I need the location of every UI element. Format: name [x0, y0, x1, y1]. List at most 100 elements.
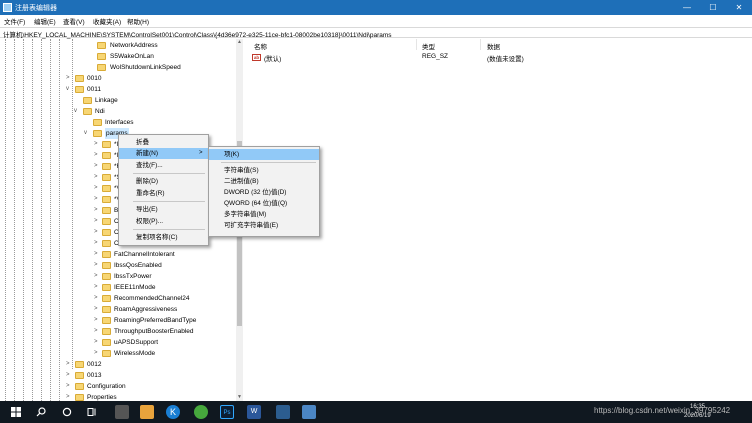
scroll-down-icon[interactable]: ▼	[236, 394, 243, 401]
value-name[interactable]: (默认)	[264, 53, 281, 63]
folder-icon	[102, 240, 111, 247]
menu-help[interactable]: 帮助(H)	[127, 16, 149, 26]
menu-edit[interactable]: 编辑(E)	[34, 16, 56, 26]
address-path[interactable]: 计算机\HKEY_LOCAL_MACHINE\SYSTEM\ControlSet…	[3, 29, 392, 39]
green-app-icon[interactable]	[194, 405, 208, 419]
photoshop-icon[interactable]: Ps	[220, 405, 234, 419]
submenu-item-string-value[interactable]: 字符串值(S)	[209, 165, 319, 176]
menu-item-collapse[interactable]: 折叠	[119, 137, 208, 148]
submenu-item-qword-value[interactable]: QWORD (64 位)值(Q)	[209, 198, 319, 209]
expand-toggle[interactable]: >	[94, 194, 102, 205]
expand-toggle[interactable]: >	[94, 238, 102, 249]
folder-icon	[75, 394, 84, 401]
regedit-taskbar-icon[interactable]	[276, 405, 290, 419]
search-icon[interactable]	[34, 405, 48, 419]
folder-icon	[102, 196, 111, 203]
expand-toggle[interactable]: >	[94, 150, 102, 161]
submenu-item-expandable-string-value[interactable]: 可扩充字符串值(E)	[209, 220, 319, 231]
expand-toggle[interactable]: >	[94, 260, 102, 271]
expand-toggle[interactable]: >	[94, 249, 102, 260]
menu-item-find[interactable]: 查找(F)...	[119, 160, 208, 171]
expand-toggle[interactable]: >	[94, 216, 102, 227]
file-explorer-icon[interactable]	[140, 405, 154, 419]
menu-item-export[interactable]: 导出(E)	[119, 204, 208, 215]
expand-toggle[interactable]: >	[94, 337, 102, 348]
windows-logo-icon[interactable]	[9, 405, 23, 419]
expand-toggle[interactable]: >	[94, 172, 102, 183]
collapse-toggle[interactable]: v	[84, 128, 92, 139]
menu-item-delete[interactable]: 删除(D)	[119, 176, 208, 187]
value-list[interactable]: 名称 类型 数据 ab (默认) REG_SZ (数值未设置)	[244, 39, 752, 401]
k-app-icon[interactable]: K	[166, 405, 180, 419]
collapse-toggle[interactable]: v	[74, 106, 82, 117]
submenu-item-multi-string-value[interactable]: 多字符串值(M)	[209, 209, 319, 220]
menu-item-new[interactable]: 新建(N) >	[119, 148, 208, 159]
expand-toggle[interactable]: >	[94, 348, 102, 359]
menu-item-permissions[interactable]: 权限(P)...	[119, 216, 208, 227]
expand-toggle[interactable]: >	[94, 227, 102, 238]
folder-icon	[83, 97, 92, 104]
window-app-icon[interactable]	[302, 405, 316, 419]
expand-toggle[interactable]: >	[94, 304, 102, 315]
menu-item-rename[interactable]: 重命名(R)	[119, 188, 208, 199]
folder-icon	[102, 306, 111, 313]
column-header-name[interactable]: 名称	[254, 41, 267, 51]
expand-toggle[interactable]: >	[66, 73, 74, 84]
submenu-item-dword-value[interactable]: DWORD (32 位)值(D)	[209, 187, 319, 198]
network-app-icon[interactable]	[115, 405, 129, 419]
value-data: (数值未设置)	[487, 56, 524, 63]
folder-icon	[102, 273, 111, 280]
expand-toggle[interactable]: >	[94, 183, 102, 194]
collapse-toggle[interactable]: v	[66, 84, 74, 95]
context-menu: 折叠 新建(N) > 查找(F)... 删除(D) 重命名(R) 导出(E) 权限…	[118, 134, 209, 246]
maximize-button[interactable]: ☐	[700, 0, 726, 15]
close-button[interactable]: ✕	[726, 0, 752, 15]
word-icon[interactable]: W	[247, 405, 261, 419]
folder-icon	[102, 218, 111, 225]
column-header-type[interactable]: 类型	[422, 41, 435, 51]
minimize-button[interactable]: —	[674, 0, 700, 15]
expand-toggle[interactable]: >	[66, 392, 74, 401]
folder-icon	[102, 152, 111, 159]
expand-toggle[interactable]: >	[66, 370, 74, 381]
folder-open-icon	[83, 108, 92, 115]
folder-icon	[75, 383, 84, 390]
column-header-data[interactable]: 数据	[487, 41, 500, 51]
folder-icon	[97, 64, 106, 71]
tree-guide-line	[14, 39, 15, 401]
address-bar[interactable]: 计算机\HKEY_LOCAL_MACHINE\SYSTEM\ControlSet…	[0, 27, 752, 39]
value-type: REG_SZ	[422, 53, 449, 60]
menu-item-copy-key-name[interactable]: 复制项名称(C)	[119, 232, 208, 243]
expand-toggle[interactable]: >	[94, 315, 102, 326]
task-view-icon[interactable]	[85, 405, 99, 419]
expand-toggle[interactable]: >	[94, 293, 102, 304]
tree-guide-line	[5, 39, 6, 401]
folder-icon	[102, 339, 111, 346]
folder-icon	[75, 75, 84, 82]
expand-toggle[interactable]: >	[94, 205, 102, 216]
regedit-app-icon	[3, 3, 12, 12]
expand-toggle[interactable]: >	[66, 359, 74, 370]
expand-toggle[interactable]: >	[94, 282, 102, 293]
folder-icon	[93, 119, 102, 126]
scroll-up-icon[interactable]: ▲	[236, 39, 243, 46]
folder-icon	[75, 372, 84, 379]
submenu-item-binary-value[interactable]: 二进制值(B)	[209, 176, 319, 187]
cortana-icon[interactable]	[60, 405, 74, 419]
menu-separator	[221, 162, 316, 163]
tree-guide-line	[41, 39, 42, 401]
watermark: https://blog.csdn.net/weixin_39795242	[594, 406, 731, 415]
submenu-item-key[interactable]: 项(K)	[209, 149, 319, 160]
title-bar: 注册表编辑器 — ☐ ✕	[0, 0, 752, 15]
expand-toggle[interactable]: >	[94, 161, 102, 172]
expand-toggle[interactable]: >	[94, 326, 102, 337]
folder-icon	[97, 42, 106, 49]
menu-favorites[interactable]: 收藏夹(A)	[93, 16, 121, 26]
menu-view[interactable]: 查看(V)	[63, 16, 85, 26]
folder-icon	[102, 174, 111, 181]
new-submenu: 项(K) 字符串值(S) 二进制值(B) DWORD (32 位)值(D) QW…	[208, 146, 320, 237]
expand-toggle[interactable]: >	[94, 139, 102, 150]
expand-toggle[interactable]: >	[66, 381, 74, 392]
menu-file[interactable]: 文件(F)	[4, 16, 25, 26]
expand-toggle[interactable]: >	[94, 271, 102, 282]
